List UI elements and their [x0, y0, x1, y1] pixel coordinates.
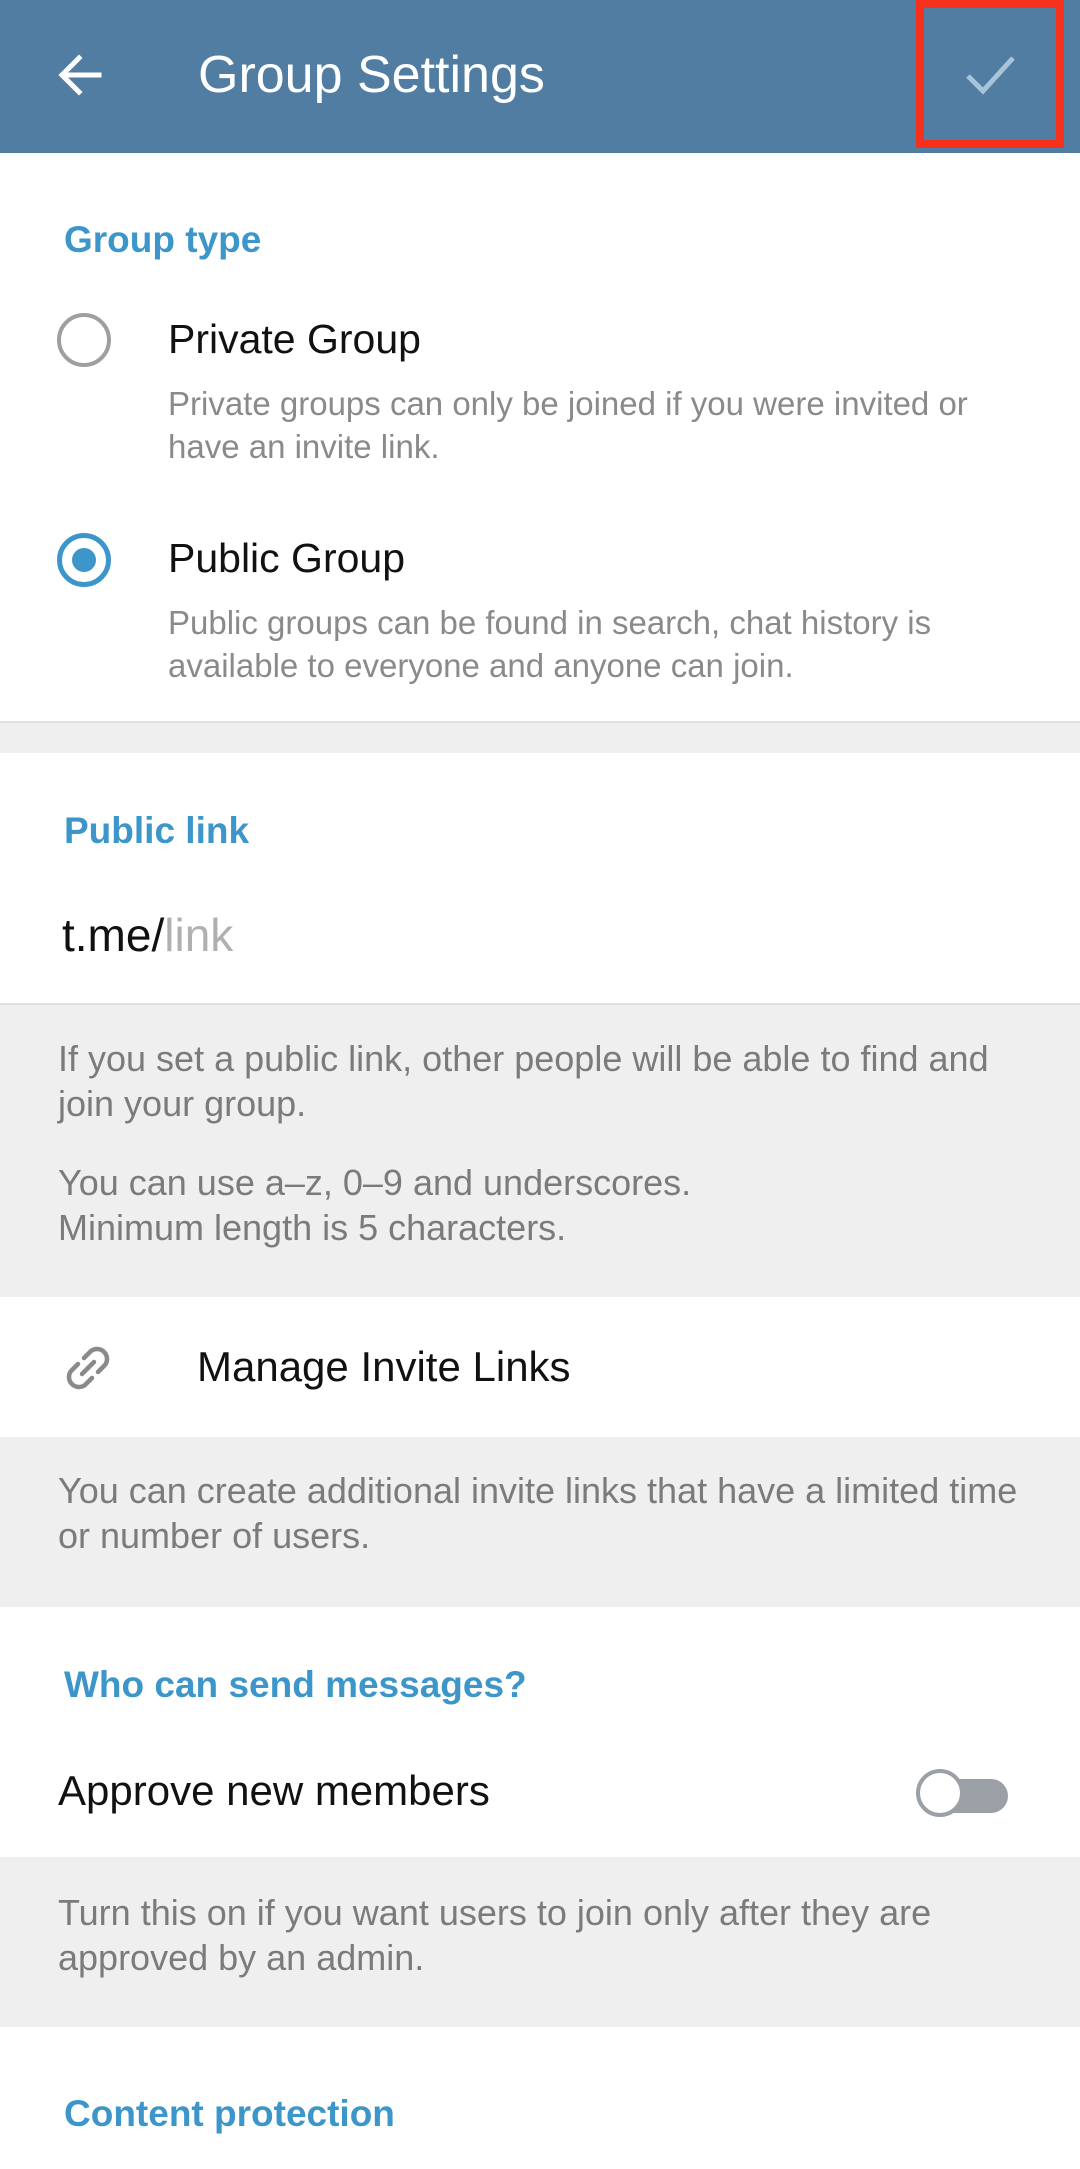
- public-group-title: Public Group: [168, 535, 406, 581]
- manage-invite-links-label[interactable]: Manage Invite Links: [197, 1343, 571, 1391]
- public-link-rules-line1: You can use a–z, 0–9 and underscores.: [58, 1162, 692, 1203]
- link-prefix: t.me/: [62, 909, 165, 961]
- public-link-rules-line2: Minimum length is 5 characters.: [58, 1207, 567, 1248]
- public-link-info: If you set a public link, other people w…: [58, 1038, 989, 1124]
- approve-new-members-label: Approve new members: [58, 1767, 490, 1814]
- public-link-section: [0, 753, 1080, 1003]
- private-group-description: Private groups can only be joined if you…: [168, 385, 968, 465]
- group-type-header: Group type: [64, 219, 262, 260]
- link-input-placeholder[interactable]: link: [164, 909, 233, 961]
- public-group-description: Public groups can be found in search, ch…: [168, 604, 932, 684]
- approve-info: Turn this on if you want users to join o…: [58, 1892, 932, 1978]
- link-icon: [66, 1346, 110, 1390]
- approve-new-members-toggle[interactable]: [916, 1769, 1012, 1817]
- public-group-radio[interactable]: [57, 533, 111, 587]
- messages-header: Who can send messages?: [64, 1664, 527, 1705]
- public-link-header: Public link: [64, 810, 250, 851]
- done-button[interactable]: [916, 0, 1064, 148]
- arrow-left-icon: [58, 54, 102, 96]
- section-gap: [0, 723, 1080, 753]
- private-group-title: Private Group: [168, 316, 421, 362]
- private-group-radio[interactable]: [57, 313, 111, 367]
- app-bar: Group Settings: [0, 0, 1080, 153]
- public-link-field[interactable]: t.me/link: [62, 908, 233, 962]
- page-title: Group Settings: [198, 46, 545, 104]
- content-protection-header: Content protection: [64, 2093, 395, 2134]
- toggle-knob: [916, 1769, 964, 1817]
- back-button[interactable]: [30, 25, 130, 125]
- checkmark-icon: [966, 56, 1015, 95]
- messages-section: [0, 1607, 1080, 1857]
- invite-links-info: You can create additional invite links t…: [58, 1470, 1018, 1556]
